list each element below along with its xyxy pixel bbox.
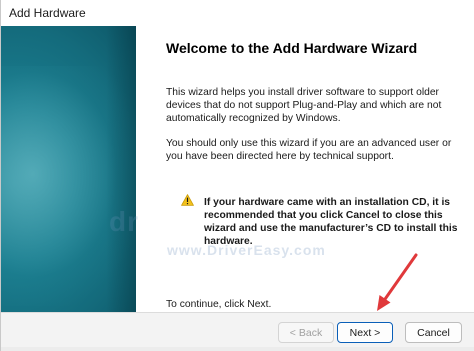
continue-instruction: To continue, click Next. [166, 299, 272, 310]
wizard-footer: < Back Next > Cancel [1, 312, 474, 351]
installation-cd-warning: If your hardware came with an installati… [204, 197, 458, 247]
wizard-content: Welcome to the Add Hardware Wizard This … [136, 26, 474, 312]
taskbar-edge [1, 347, 474, 351]
banner-shade [106, 26, 136, 312]
intro-paragraph: This wizard helps you install driver sof… [166, 87, 442, 124]
next-button[interactable]: Next > [337, 322, 393, 343]
add-hardware-window: Add Hardware Welcome to the Add Hardware… [0, 0, 474, 351]
wizard-heading: Welcome to the Add Hardware Wizard [166, 40, 418, 56]
window-title: Add Hardware [9, 6, 86, 20]
wizard-side-banner [1, 26, 136, 312]
warning-triangle-icon [181, 194, 194, 206]
back-button[interactable]: < Back [278, 322, 334, 343]
advanced-user-paragraph: You should only use this wizard if you a… [166, 138, 452, 162]
title-bar: Add Hardware [1, 0, 474, 26]
cancel-button[interactable]: Cancel [405, 322, 462, 343]
